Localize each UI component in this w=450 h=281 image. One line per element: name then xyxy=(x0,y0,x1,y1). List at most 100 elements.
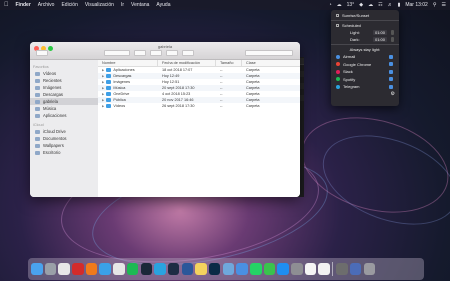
action-button[interactable] xyxy=(150,50,162,56)
sidebar-item-gabriela[interactable]: gabriela xyxy=(30,98,98,105)
checkbox-icon[interactable] xyxy=(389,54,393,59)
appstore-icon[interactable] xyxy=(277,263,289,275)
notification-center-icon[interactable]: ☰ xyxy=(442,2,446,8)
share-button[interactable] xyxy=(166,50,178,56)
sidebar-item-icloud-drive[interactable]: iCloud Drive xyxy=(30,128,98,135)
disclosure-icon[interactable]: ▶ xyxy=(102,68,104,72)
checkbox-icon[interactable] xyxy=(389,77,393,82)
sidebar-item-imagenes[interactable]: Imágenes xyxy=(30,84,98,91)
sidebar-item-descargas[interactable]: Descargas xyxy=(30,91,98,98)
sidebar-item-recientes[interactable]: Recientes xyxy=(30,77,98,84)
finder-window: gabriela Favoritos Vídeos Recientes Imág… xyxy=(30,42,300,197)
preview-icon[interactable] xyxy=(222,263,235,275)
sidebar-item-musica[interactable]: Música xyxy=(30,105,98,112)
steam-icon[interactable] xyxy=(140,263,152,275)
telegram-icon[interactable] xyxy=(154,263,166,275)
file-date: Hoy 12:51 xyxy=(162,80,180,84)
downloads-icon[interactable] xyxy=(349,263,362,275)
sidebar-item-aplicaciones[interactable]: Aplicaciones xyxy=(30,112,98,119)
paw-icon[interactable] xyxy=(167,263,180,275)
trash-icon[interactable] xyxy=(363,263,375,275)
archive-icon[interactable] xyxy=(336,263,348,275)
menu-ir[interactable]: Ir xyxy=(121,2,124,8)
column-clase[interactable]: Clase xyxy=(242,60,300,66)
light-time-stepper[interactable] xyxy=(391,30,394,35)
temperature[interactable]: 13° xyxy=(347,2,355,8)
column-tamano[interactable]: Tamaño xyxy=(216,60,242,66)
menu-archivo[interactable]: Archivo xyxy=(38,2,55,8)
sunrise-sunset-option[interactable]: Sunrise/Sunset xyxy=(331,12,399,19)
back-forward-button[interactable] xyxy=(36,50,48,56)
tweetbot-icon[interactable] xyxy=(99,263,111,275)
search-input[interactable] xyxy=(245,50,293,56)
tags-button[interactable] xyxy=(182,50,194,56)
title-bar[interactable]: gabriela xyxy=(30,42,300,60)
checkbox-icon[interactable] xyxy=(389,62,393,67)
weather-icon[interactable]: ☁ xyxy=(337,2,342,8)
launchpad-icon[interactable] xyxy=(44,263,57,275)
menu-edicion[interactable]: Edición xyxy=(61,2,77,8)
spotify-icon xyxy=(336,77,340,82)
light-time-field[interactable]: 01:00 xyxy=(372,30,387,35)
menu-ayuda[interactable]: Ayuda xyxy=(156,2,170,8)
file-date: 20 nov 2017 16:46 xyxy=(162,98,194,102)
disclosure-icon[interactable]: ▶ xyxy=(102,92,104,96)
battery-icon[interactable]: ▮ xyxy=(398,2,401,8)
disclosure-icon[interactable]: ▶ xyxy=(102,98,104,102)
notes-icon[interactable] xyxy=(195,263,207,275)
slack-icon[interactable] xyxy=(113,263,125,275)
opera-icon[interactable] xyxy=(72,263,84,275)
app-google-chrome[interactable]: Google Chrome xyxy=(331,61,399,69)
menu-bar:  Finder Archivo Edición Visualización I… xyxy=(0,0,450,10)
airmail-icon[interactable] xyxy=(236,263,248,275)
apple-menu-icon[interactable]:  xyxy=(4,2,9,8)
disclosure-icon[interactable]: ▶ xyxy=(102,86,104,90)
app-slack[interactable]: Slack xyxy=(331,68,399,76)
firefox-icon[interactable] xyxy=(85,263,98,275)
disclosure-icon[interactable]: ▶ xyxy=(102,74,104,78)
clock[interactable]: Mar 13:02 xyxy=(405,2,428,8)
sidebar-item-escritorio[interactable]: Escritorio xyxy=(30,149,98,156)
app-airmail[interactable]: Airmail xyxy=(331,53,399,61)
checkbox-icon[interactable] xyxy=(389,69,393,74)
sidebar-item-wallpapers[interactable]: Wallpapers xyxy=(30,142,98,149)
column-nombre[interactable]: Nombre xyxy=(98,60,158,66)
finder-icon[interactable] xyxy=(31,263,43,275)
messages-icon[interactable] xyxy=(263,263,276,275)
file-name: Vídeos xyxy=(113,104,126,108)
app-spotify[interactable]: Spotify xyxy=(331,76,399,84)
photoshop-icon[interactable] xyxy=(208,263,221,275)
dark-time-field[interactable]: 01:00 xyxy=(372,37,387,42)
table-row[interactable]: ▶ Vídeos 26 sept 2018 17:30 -- Carpeta xyxy=(98,103,300,109)
checkbox-icon[interactable] xyxy=(336,14,339,17)
checkbox-icon[interactable] xyxy=(336,24,339,27)
photos-icon[interactable] xyxy=(318,263,330,275)
whatsapp-icon[interactable] xyxy=(250,263,262,275)
menu-visualizacion[interactable]: Visualización xyxy=(85,2,114,8)
search-icon[interactable]: ⚲ xyxy=(433,2,437,8)
word-icon[interactable] xyxy=(181,263,194,275)
wifi-icon[interactable]: ☶ xyxy=(378,2,382,8)
cloud-icon[interactable]: ☁ xyxy=(368,2,373,8)
calendar-icon[interactable] xyxy=(304,263,317,275)
settings-icon[interactable]: ⚙ xyxy=(391,91,395,97)
app-telegram[interactable]: Telegram xyxy=(331,83,399,91)
volume-icon[interactable]: ♬ xyxy=(388,2,393,8)
settings-icon[interactable] xyxy=(291,263,303,275)
disclosure-icon[interactable]: ▶ xyxy=(102,80,104,84)
spotify-icon[interactable] xyxy=(126,263,139,275)
menu-app-name[interactable]: Finder xyxy=(16,2,31,8)
chrome-icon[interactable] xyxy=(58,263,70,275)
disclosure-icon[interactable]: ▶ xyxy=(102,104,104,108)
dropbox-icon[interactable]: ◆ xyxy=(359,2,363,8)
checkbox-icon[interactable] xyxy=(389,84,393,89)
group-button[interactable] xyxy=(134,50,146,56)
menu-ventana[interactable]: Ventana xyxy=(131,2,149,8)
scheduled-option[interactable]: Scheduled xyxy=(331,22,399,29)
dark-time-stepper[interactable] xyxy=(391,37,394,42)
sidebar-item-documentos[interactable]: Documentos xyxy=(30,135,98,142)
column-fecha[interactable]: Fecha de modificación xyxy=(158,60,216,66)
night-owl-icon[interactable]: ◔ xyxy=(329,2,332,8)
sidebar-item-videos[interactable]: Vídeos xyxy=(30,70,98,77)
view-mode-buttons[interactable] xyxy=(104,50,130,56)
